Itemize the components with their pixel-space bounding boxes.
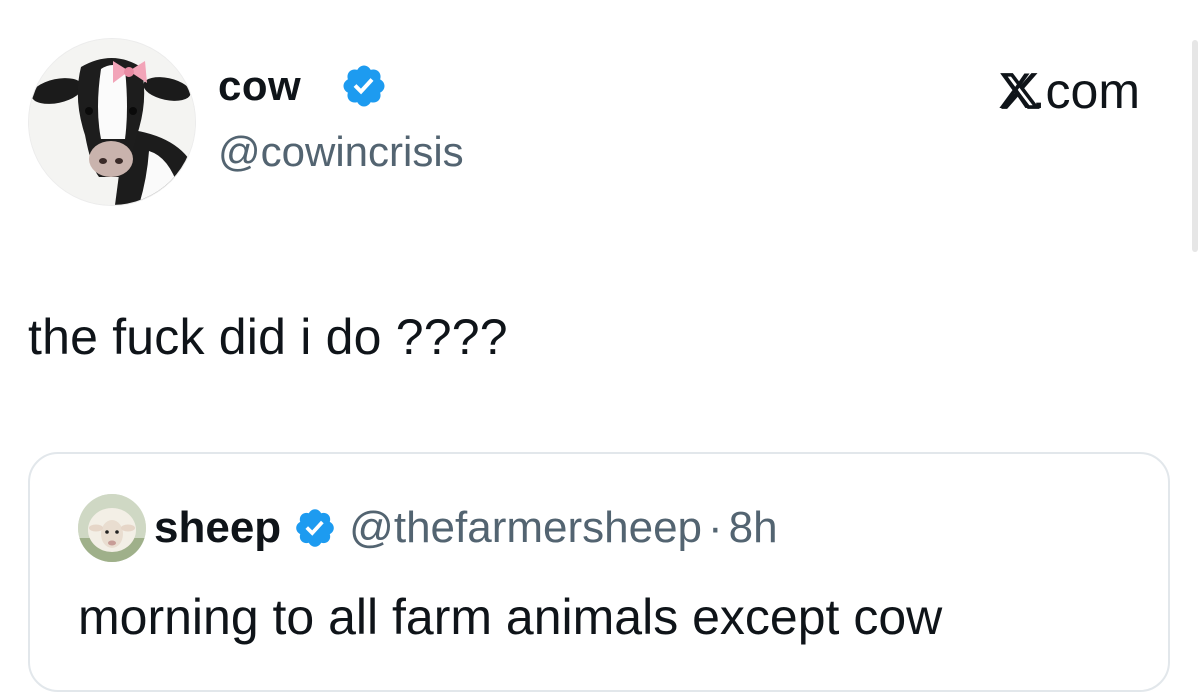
quoted-tweet-text: morning to all farm animals except cow — [78, 589, 943, 645]
verified-badge-icon — [343, 65, 385, 107]
author-display-name[interactable]: cow — [218, 60, 301, 112]
author-avatar[interactable] — [28, 38, 196, 206]
sheep-avatar-icon — [78, 494, 146, 562]
scrollbar[interactable] — [1188, 0, 1200, 700]
tweet-text: the fuck did i do ???? — [28, 309, 508, 365]
author-handle[interactable]: @cowincrisis — [218, 126, 464, 178]
quoted-author-avatar[interactable] — [78, 494, 146, 562]
verified-badge-icon — [296, 509, 334, 547]
scrollbar-thumb[interactable] — [1192, 40, 1198, 252]
quoted-author-display-name[interactable]: sheep — [154, 500, 281, 556]
separator-dot: · — [708, 503, 723, 552]
quoted-tweet-timestamp[interactable]: 8h — [729, 500, 778, 556]
cow-avatar-icon — [29, 39, 195, 205]
quoted-author-handle[interactable]: @thefarmersheep — [349, 500, 702, 556]
quoted-tweet-header: sheep @thefarmersheep · 8h — [154, 500, 778, 556]
quoted-tweet-card[interactable]: sheep @thefarmersheep · 8h morning to al… — [28, 452, 1170, 692]
source-label: X.com — [998, 62, 1140, 120]
source-text: X.com — [998, 63, 1140, 119]
